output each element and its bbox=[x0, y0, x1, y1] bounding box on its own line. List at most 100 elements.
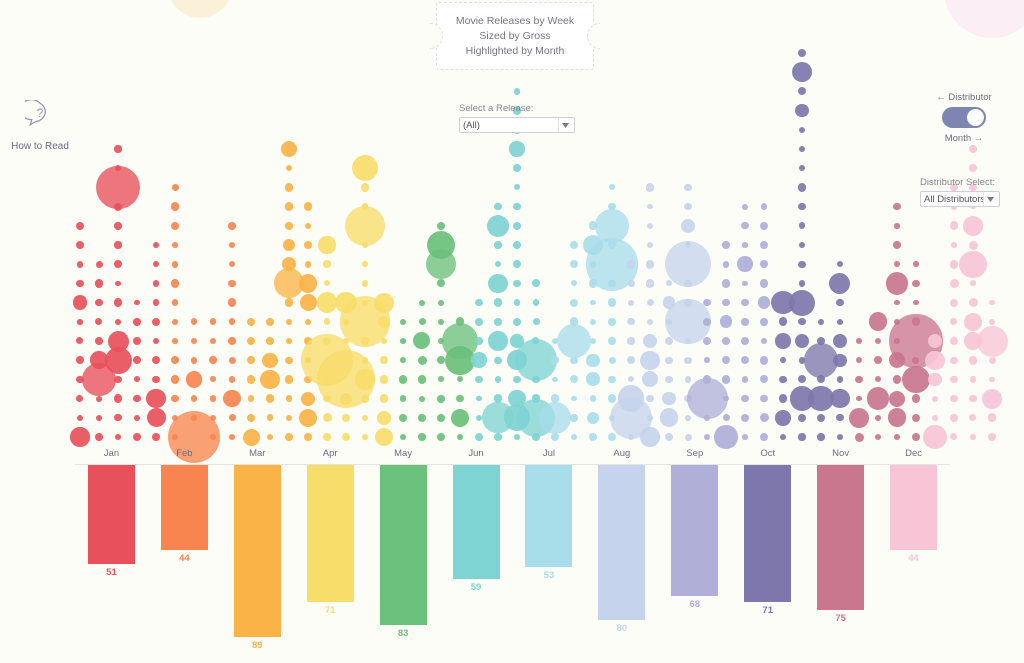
release-bubble[interactable] bbox=[640, 350, 660, 370]
release-bubble[interactable] bbox=[686, 378, 728, 420]
release-bubble[interactable] bbox=[474, 432, 484, 442]
release-bubble[interactable] bbox=[474, 317, 484, 327]
release-bubble[interactable] bbox=[228, 261, 236, 268]
release-bubble[interactable] bbox=[792, 62, 812, 83]
release-bubble[interactable] bbox=[531, 394, 541, 403]
release-bubble[interactable] bbox=[362, 434, 368, 440]
release-bubble[interactable] bbox=[741, 394, 749, 403]
release-bubble[interactable] bbox=[298, 274, 318, 293]
release-bubble[interactable] bbox=[284, 375, 294, 384]
release-bubble[interactable] bbox=[647, 222, 653, 229]
release-bubble[interactable] bbox=[134, 299, 140, 306]
release-bubble[interactable] bbox=[513, 279, 521, 288]
release-bubble[interactable] bbox=[513, 88, 521, 95]
release-bubble[interactable] bbox=[963, 215, 983, 236]
release-bubble[interactable] bbox=[152, 280, 160, 287]
release-bubble[interactable] bbox=[114, 433, 122, 441]
release-bubble[interactable] bbox=[662, 391, 676, 406]
release-bubble[interactable] bbox=[146, 389, 166, 409]
release-bubble[interactable] bbox=[115, 318, 121, 325]
release-bubble[interactable] bbox=[509, 141, 525, 157]
release-bubble[interactable] bbox=[963, 312, 983, 331]
release-select[interactable]: (All) bbox=[459, 117, 575, 133]
release-bubble[interactable] bbox=[797, 413, 807, 423]
release-bubble[interactable] bbox=[172, 338, 178, 344]
bar-jun[interactable] bbox=[452, 465, 500, 579]
release-bubble[interactable] bbox=[741, 317, 749, 326]
bar-aug[interactable] bbox=[598, 465, 646, 620]
release-bubble[interactable] bbox=[493, 432, 503, 442]
release-bubble[interactable] bbox=[151, 356, 161, 365]
release-bubble[interactable] bbox=[866, 387, 890, 410]
release-bubble[interactable] bbox=[170, 221, 179, 230]
release-bubble[interactable] bbox=[550, 432, 560, 442]
release-bubble[interactable] bbox=[228, 414, 236, 422]
release-bubble[interactable] bbox=[513, 202, 521, 211]
release-bubble[interactable] bbox=[436, 221, 446, 230]
release-bubble[interactable] bbox=[798, 433, 806, 441]
release-bubble[interactable] bbox=[280, 140, 298, 158]
release-bubble[interactable] bbox=[988, 356, 996, 364]
release-bubble[interactable] bbox=[646, 414, 654, 422]
release-bubble[interactable] bbox=[380, 356, 388, 364]
release-bubble[interactable] bbox=[627, 279, 635, 287]
release-bubble[interactable] bbox=[721, 279, 731, 288]
release-bubble[interactable] bbox=[874, 376, 882, 383]
release-bubble[interactable] bbox=[114, 241, 122, 249]
release-bubble[interactable] bbox=[146, 408, 166, 428]
release-bubble[interactable] bbox=[589, 395, 597, 402]
release-bubble[interactable] bbox=[437, 413, 445, 422]
release-bubble[interactable] bbox=[836, 298, 844, 307]
release-bubble[interactable] bbox=[513, 164, 521, 172]
release-bubble[interactable] bbox=[590, 338, 596, 344]
release-bubble[interactable] bbox=[722, 260, 730, 268]
release-bubble[interactable] bbox=[151, 317, 161, 326]
release-bubble[interactable] bbox=[628, 299, 634, 306]
release-bubble[interactable] bbox=[362, 299, 368, 306]
release-bubble[interactable] bbox=[266, 317, 274, 326]
release-bubble[interactable] bbox=[436, 432, 446, 442]
release-bubble[interactable] bbox=[285, 165, 293, 172]
release-bubble[interactable] bbox=[969, 395, 977, 403]
release-bubble[interactable] bbox=[318, 236, 336, 254]
release-bubble[interactable] bbox=[902, 365, 930, 394]
bar-oct[interactable] bbox=[744, 465, 792, 602]
release-bubble[interactable] bbox=[912, 279, 920, 288]
release-bubble[interactable] bbox=[627, 356, 635, 365]
release-bubble[interactable] bbox=[488, 273, 508, 294]
release-bubble[interactable] bbox=[665, 375, 673, 384]
release-bubble[interactable] bbox=[550, 394, 560, 403]
release-bubble[interactable] bbox=[950, 375, 958, 383]
release-bubble[interactable] bbox=[911, 432, 920, 441]
release-bubble[interactable] bbox=[417, 375, 427, 384]
release-bubble[interactable] bbox=[341, 413, 351, 422]
release-bubble[interactable] bbox=[969, 433, 977, 441]
release-bubble[interactable] bbox=[532, 299, 540, 306]
release-bubble[interactable] bbox=[379, 394, 389, 403]
bar-jul[interactable] bbox=[525, 465, 573, 567]
release-bubble[interactable] bbox=[475, 298, 483, 307]
release-bubble[interactable] bbox=[778, 317, 788, 327]
release-bubble[interactable] bbox=[471, 352, 487, 368]
release-bubble[interactable] bbox=[645, 183, 655, 192]
release-bubble[interactable] bbox=[191, 338, 197, 344]
release-bubble[interactable] bbox=[816, 413, 826, 422]
release-bubble[interactable] bbox=[778, 394, 788, 403]
release-bubble[interactable] bbox=[152, 261, 160, 268]
release-bubble[interactable] bbox=[70, 427, 90, 447]
release-bubble[interactable] bbox=[513, 375, 521, 384]
release-bubble[interactable] bbox=[418, 413, 426, 422]
release-bubble[interactable] bbox=[664, 241, 711, 288]
release-bubble[interactable] bbox=[949, 336, 959, 346]
release-bubble[interactable] bbox=[361, 280, 369, 287]
release-bubble[interactable] bbox=[171, 260, 179, 268]
release-bubble[interactable] bbox=[912, 413, 920, 422]
release-bubble[interactable] bbox=[666, 280, 672, 287]
release-bubble[interactable] bbox=[569, 375, 579, 384]
release-bubble[interactable] bbox=[893, 202, 901, 211]
release-bubble[interactable] bbox=[885, 272, 909, 295]
release-bubble[interactable] bbox=[75, 356, 84, 365]
release-bubble[interactable] bbox=[242, 428, 260, 446]
release-bubble[interactable] bbox=[133, 433, 142, 442]
release-bubble[interactable] bbox=[788, 289, 816, 316]
